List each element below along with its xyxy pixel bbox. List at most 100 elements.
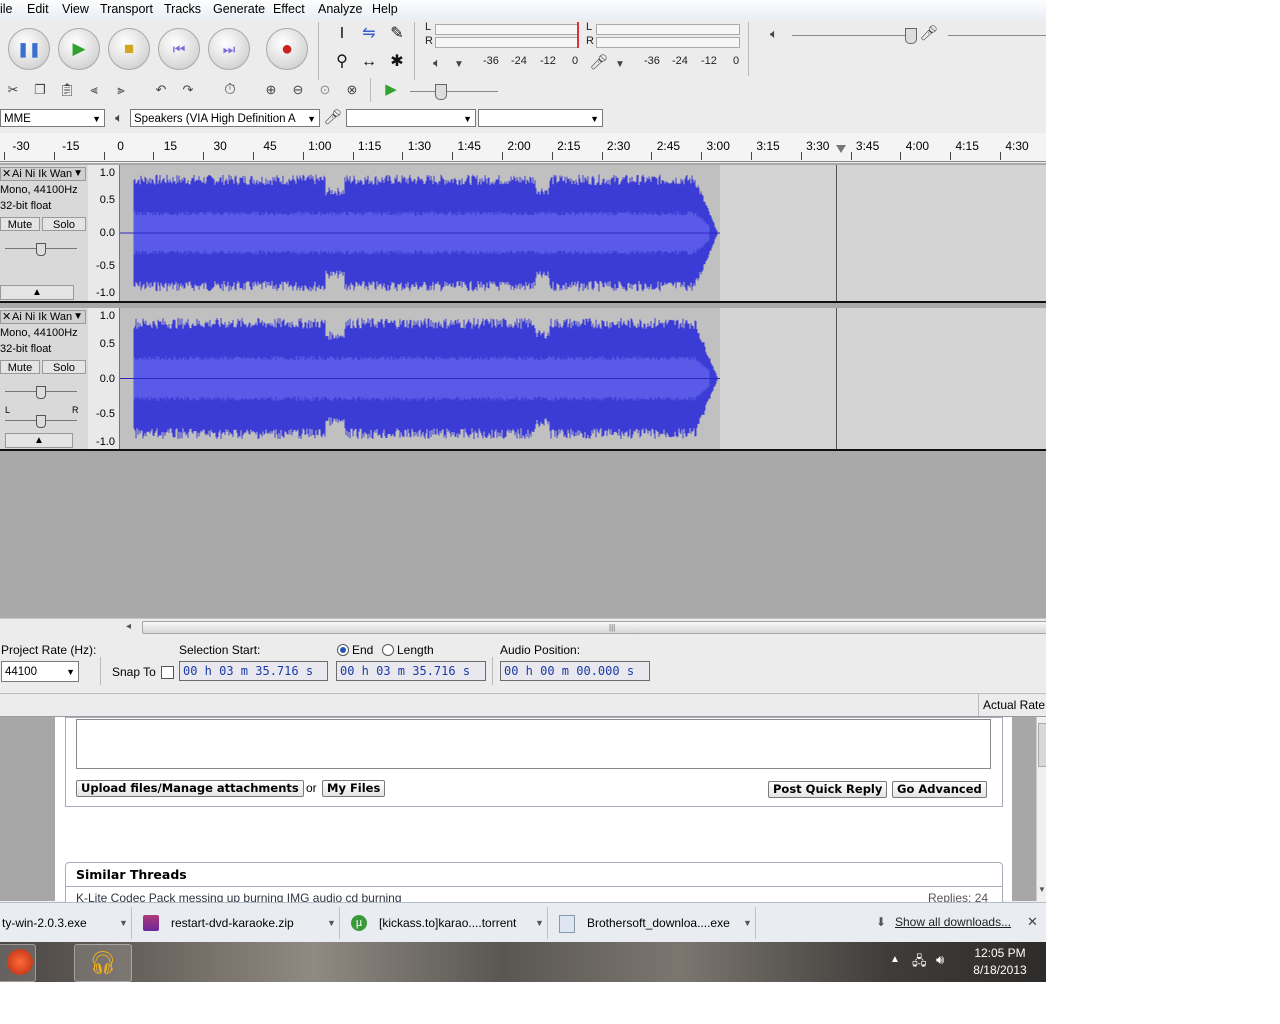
track-name-button[interactable]: ✕ Ai Ni Ik Wan ▼ <box>0 167 86 181</box>
project-rate-select[interactable]: 44100 ▼ <box>1 661 79 682</box>
download-item[interactable]: ty-win-2.0.3.exe ▼ <box>0 907 132 939</box>
menu-effect[interactable]: Effect <box>273 2 305 16</box>
input-volume-slider[interactable] <box>948 35 1046 36</box>
waveform-clip[interactable] <box>120 165 720 301</box>
track-empty-area[interactable] <box>720 308 1046 449</box>
record-meter-l[interactable] <box>596 24 740 35</box>
menu-help[interactable]: Help <box>372 2 398 16</box>
undo-icon[interactable]: ↶ <box>150 79 172 101</box>
zoom-in-icon[interactable]: ⊕ <box>260 79 282 101</box>
chevron-down-icon[interactable]: ▼ <box>743 907 752 939</box>
close-icon[interactable]: ✕ <box>2 168 11 180</box>
play-position-marker[interactable] <box>836 145 846 153</box>
play-at-speed-icon[interactable]: ▶ <box>380 79 402 101</box>
play-speed-thumb[interactable] <box>435 84 447 100</box>
stop-button[interactable]: ■ <box>108 28 150 70</box>
volume-icon[interactable]: 🔊︎ <box>936 952 944 968</box>
speaker-icon[interactable]: 🔈︎ <box>426 52 448 74</box>
playback-meter-r[interactable] <box>435 37 579 48</box>
menu-generate[interactable]: Generate <box>213 2 265 16</box>
post-quick-reply-button[interactable]: Post Quick Reply <box>768 781 888 798</box>
redo-icon[interactable]: ↷ <box>177 79 199 101</box>
menu-edit[interactable]: Edit <box>27 2 49 16</box>
menu-view[interactable]: View <box>62 2 89 16</box>
multi-tool-icon[interactable]: ✱ <box>385 50 409 74</box>
play-speed-slider[interactable] <box>410 91 498 92</box>
silence-icon[interactable]: ⫸ <box>110 79 132 101</box>
output-volume-slider[interactable] <box>792 35 914 36</box>
zoom-out-icon[interactable]: ⊖ <box>287 79 309 101</box>
solo-button[interactable]: Solo <box>42 217 86 231</box>
output-device-select[interactable]: Speakers (VIA High Definition A ▼ <box>130 109 320 127</box>
skip-start-button[interactable]: ⏮ <box>158 28 200 70</box>
scroll-thumb[interactable]: ||| <box>142 621 1046 634</box>
collapse-track-button[interactable]: ▲ <box>5 433 73 448</box>
waveform-clip[interactable] <box>120 308 720 449</box>
chevron-down-icon[interactable]: ▼ <box>327 907 336 939</box>
timeshift-tool-icon[interactable]: ↔ <box>357 50 381 74</box>
menu-transport[interactable]: Transport <box>100 2 153 16</box>
taskbar-app-button[interactable] <box>0 944 36 982</box>
menu-analyze[interactable]: Analyze <box>318 2 362 16</box>
trim-icon[interactable]: ⫷ <box>83 79 105 101</box>
gain-slider[interactable] <box>5 386 77 399</box>
input-device-select[interactable]: ▼ <box>346 109 476 127</box>
length-radio[interactable] <box>382 644 394 656</box>
selection-tool-icon[interactable]: I <box>330 22 354 46</box>
my-files-button[interactable]: My Files <box>322 780 386 797</box>
menu-file[interactable]: ile <box>0 2 13 16</box>
cut-icon[interactable]: ✂ <box>2 79 24 101</box>
selection-start-time[interactable]: 00 h 03 m 35.716 s <box>179 661 328 681</box>
fit-selection-icon[interactable]: ⊙ <box>314 79 336 101</box>
envelope-tool-icon[interactable]: ⇋ <box>357 22 381 46</box>
chevron-down-icon[interactable]: ▼ <box>448 54 470 76</box>
track-empty-area[interactable] <box>720 165 1046 301</box>
clock-date[interactable]: 8/18/2013 <box>965 963 1035 977</box>
pause-button[interactable]: ❚❚ <box>8 28 50 70</box>
selection-end-time[interactable]: 00 h 03 m 35.716 s <box>336 661 486 681</box>
scroll-left-icon[interactable]: ◂ <box>126 621 131 632</box>
close-icon[interactable]: ✕ <box>2 311 11 323</box>
draw-tool-icon[interactable]: ✎ <box>385 22 409 46</box>
fit-project-icon[interactable]: ⊗ <box>341 79 363 101</box>
horizontal-scrollbar[interactable]: ◂ ||| <box>0 618 1046 636</box>
show-all-downloads-link[interactable]: Show all downloads... <box>895 915 1011 929</box>
timeline-ruler[interactable]: -30 -15 0 15 30 45 1:00 1:15 1:30 1:45 2:00 2:15 2:3… <box>0 133 1046 162</box>
chevron-down-icon[interactable]: ▼ <box>535 907 544 939</box>
reply-textarea[interactable] <box>76 719 991 769</box>
close-icon[interactable]: ✕ <box>1027 914 1038 930</box>
mute-button[interactable]: Mute <box>0 360 40 374</box>
audio-host-select[interactable]: MME ▼ <box>0 109 105 127</box>
playback-meter-l[interactable] <box>435 24 579 35</box>
zoom-tool-icon[interactable]: ⚲ <box>330 50 354 74</box>
paste-icon[interactable]: 📋︎ <box>56 79 78 101</box>
taskbar-audacity-button[interactable]: 🎧︎ <box>74 944 132 982</box>
chevron-down-icon[interactable]: ▼ <box>609 54 631 76</box>
audio-position-time[interactable]: 00 h 00 m 00.000 s <box>500 661 650 681</box>
skip-end-button[interactable]: ⏭ <box>208 28 250 70</box>
snap-to-checkbox[interactable] <box>161 666 174 679</box>
microphone-icon[interactable]: 🎤︎ <box>588 52 610 74</box>
clock-time[interactable]: 12:05 PM <box>965 946 1035 960</box>
download-item[interactable]: µ [kickass.to]karao....torrent ▼ <box>345 907 548 939</box>
tray-expand-icon[interactable]: ▲ <box>890 954 900 965</box>
record-meter-r[interactable] <box>596 37 740 48</box>
end-radio[interactable] <box>337 644 349 656</box>
play-button[interactable]: ▶ <box>58 28 100 70</box>
sync-lock-icon[interactable]: ⏱ <box>219 79 241 101</box>
chevron-down-icon[interactable]: ▼ <box>119 907 128 939</box>
download-item[interactable]: Brothersoft_downloa....exe ▼ <box>553 907 756 939</box>
output-volume-thumb[interactable] <box>905 28 917 44</box>
pan-slider[interactable] <box>5 415 77 428</box>
network-icon[interactable]: 🖧︎ <box>912 952 927 974</box>
menu-tracks[interactable]: Tracks <box>164 2 201 16</box>
copy-icon[interactable]: ❐ <box>29 79 51 101</box>
track-name-button[interactable]: ✕ Ai Ni Ik Wan ▼ <box>0 310 86 324</box>
download-item[interactable]: restart-dvd-karaoke.zip ▼ <box>137 907 340 939</box>
collapse-track-button[interactable]: ▲ <box>0 285 74 300</box>
record-button[interactable]: ● <box>266 28 308 70</box>
mute-button[interactable]: Mute <box>0 217 40 231</box>
upload-attachments-button[interactable]: Upload files/Manage attachments <box>76 780 304 797</box>
input-channels-select[interactable]: ▼ <box>478 109 603 127</box>
page-scrollbar[interactable]: ▼ <box>1036 717 1046 901</box>
